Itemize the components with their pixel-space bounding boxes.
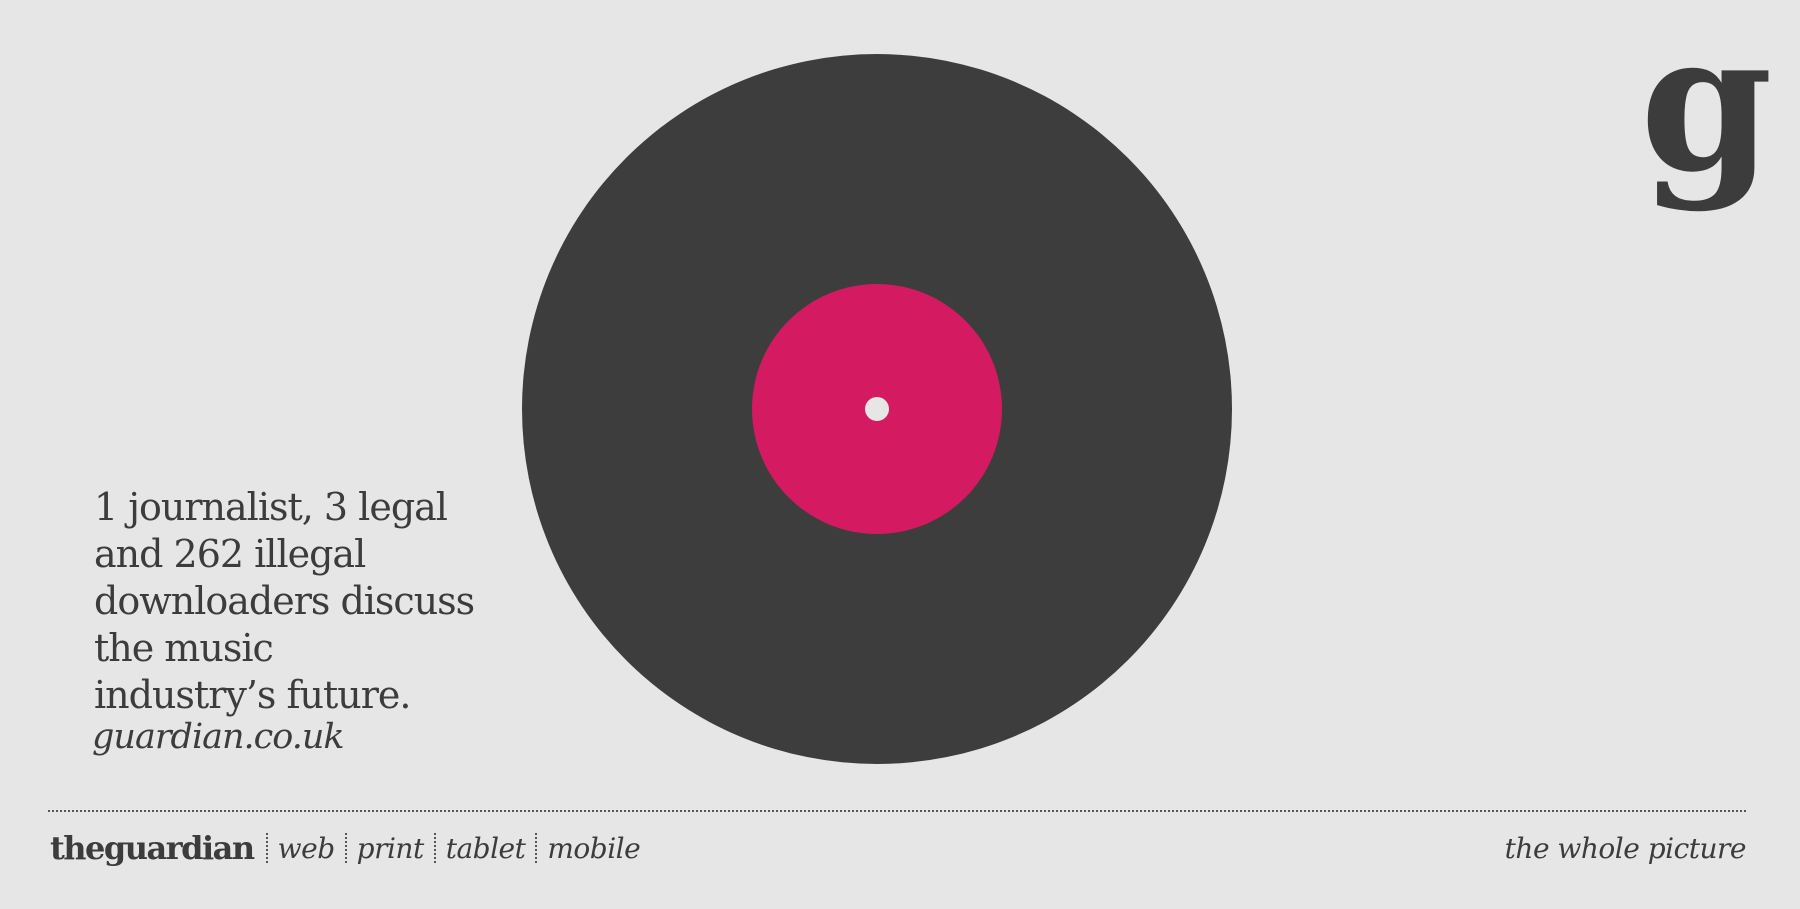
record-label xyxy=(752,284,1002,534)
platform-mobile: mobile xyxy=(547,831,641,865)
dotted-separator xyxy=(535,833,538,863)
tagline: the whole picture xyxy=(1504,831,1747,865)
dotted-separator xyxy=(433,833,436,863)
guardian-wordmark: theguardian xyxy=(50,829,255,867)
headline-line: and 262 illegal xyxy=(94,532,366,576)
platform-print: print xyxy=(356,831,425,865)
website-url: guardian.co.uk xyxy=(92,717,345,757)
spindle-hole xyxy=(865,397,889,421)
dotted-divider xyxy=(48,810,1746,812)
vinyl-record-icon xyxy=(522,54,1232,764)
platform-web: web xyxy=(277,831,335,865)
headline-line: 1 journalist, 3 legal xyxy=(94,485,448,529)
dotted-separator xyxy=(344,833,347,863)
headline-line: the music xyxy=(94,626,274,670)
advert-canvas: g 1 journalist, 3 legal and 262 illegal … xyxy=(0,0,1800,909)
platform-tablet: tablet xyxy=(445,831,526,865)
footer-brand-bar: theguardian web print tablet mobile xyxy=(50,826,650,870)
headline: 1 journalist, 3 legal and 262 illegal do… xyxy=(94,484,514,719)
headline-line: industry’s future. xyxy=(94,673,412,717)
headline-line: downloaders discuss xyxy=(94,579,475,623)
dotted-separator xyxy=(265,833,268,863)
guardian-g-logo: g xyxy=(1640,0,1773,214)
